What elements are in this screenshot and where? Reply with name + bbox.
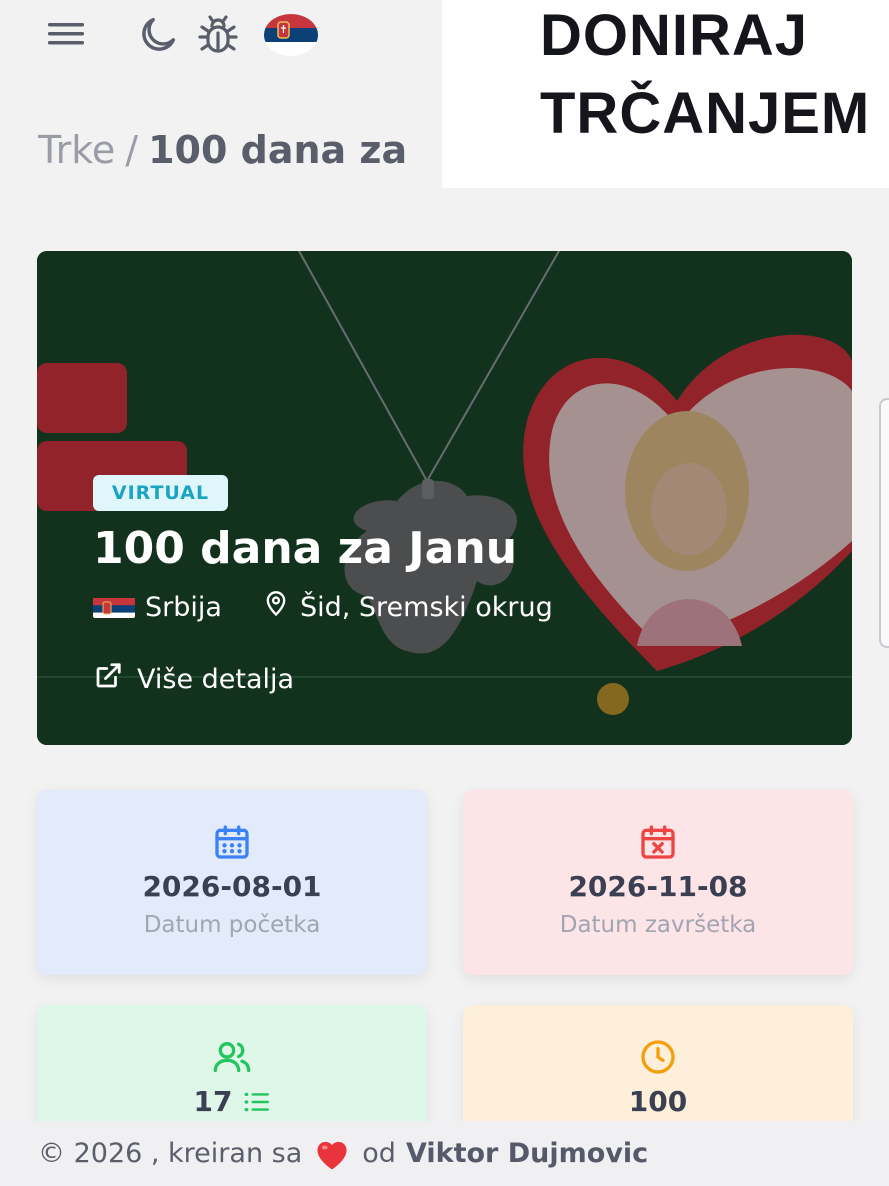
bug-icon[interactable] <box>190 10 246 60</box>
footer-by: od <box>362 1138 396 1169</box>
clock-icon <box>641 1040 675 1074</box>
breadcrumb-link-races[interactable]: Trke <box>38 128 115 172</box>
moon-icon[interactable] <box>132 10 184 60</box>
start-date-value: 2026-08-01 <box>142 870 322 903</box>
edge-drawer-handle[interactable] <box>879 398 889 648</box>
race-title: 100 dana za Janu <box>93 523 518 574</box>
footer-text: © 2026 , kreiran sa <box>38 1138 303 1169</box>
more-details-label: Više detalja <box>137 663 295 695</box>
calendar-icon <box>215 825 249 859</box>
calendar-x-icon <box>641 825 675 859</box>
brand-line-1: DONIRAJ <box>540 3 809 68</box>
end-date-label: Datum završetka <box>559 912 757 938</box>
race-country: Srbija <box>145 591 222 623</box>
breadcrumb: Trke/100 dana za <box>38 128 442 172</box>
footer: © 2026 , kreiran sa od Viktor Dujmovic <box>0 1121 889 1186</box>
list-icon[interactable] <box>244 1091 270 1113</box>
participants-count: 17 <box>193 1085 233 1118</box>
brand-line-2: TRČANJEM <box>540 81 871 146</box>
users-icon <box>213 1042 251 1072</box>
race-location: Šid, Sremski okrug <box>299 591 553 623</box>
breadcrumb-current: 100 dana za <box>148 128 408 172</box>
external-link-icon <box>93 661 123 698</box>
serbia-flag-icon[interactable] <box>262 12 320 58</box>
virtual-badge: VIRTUAL <box>93 475 228 511</box>
breadcrumb-separator: / <box>125 128 139 172</box>
duration-value: 100 <box>628 1085 688 1118</box>
start-date-card: 2026-08-01 Datum početka <box>37 790 427 975</box>
start-date-label: Datum početka <box>143 912 321 938</box>
map-pin-icon <box>262 589 290 626</box>
footer-author-link[interactable]: Viktor Dujmovic <box>406 1138 648 1169</box>
brand-logo-box[interactable]: DONIRAJ TRČANJEM <box>442 0 889 188</box>
race-location-row: Srbija Šid, Sremski okrug <box>93 589 553 625</box>
race-hero-card[interactable]: VIRTUAL 100 dana za Janu Srbija Šid, Sre… <box>37 251 852 745</box>
top-bar <box>0 0 460 80</box>
end-date-value: 2026-11-08 <box>568 870 748 903</box>
heart-icon <box>312 1137 352 1171</box>
serbia-flag-icon <box>93 596 135 618</box>
end-date-card: 2026-11-08 Datum završetka <box>463 790 853 975</box>
more-details-link[interactable]: Više detalja <box>93 659 294 699</box>
hamburger-menu-icon[interactable] <box>40 14 92 54</box>
